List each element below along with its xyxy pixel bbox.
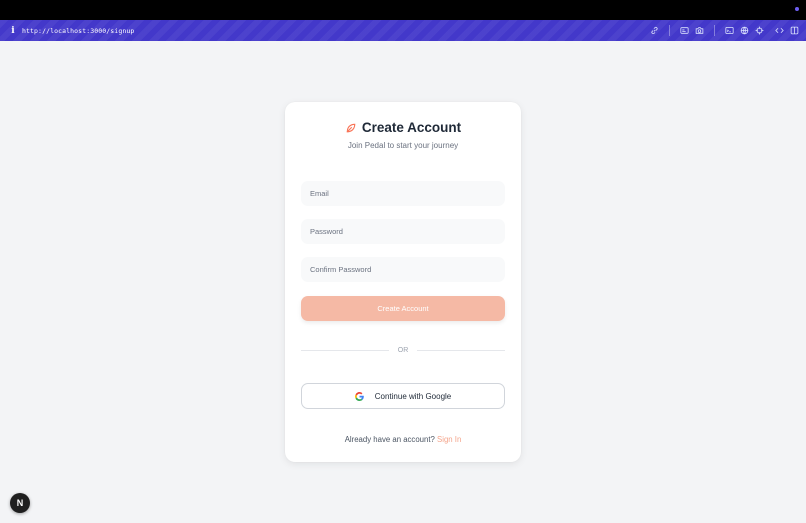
- info-icon[interactable]: i: [6, 26, 20, 36]
- password-field[interactable]: [301, 219, 505, 244]
- create-account-button[interactable]: Create Account: [301, 296, 505, 321]
- signin-link[interactable]: Sign In: [437, 435, 461, 444]
- signin-prompt-text: Already have an account?: [344, 435, 435, 444]
- toolbar-divider: [669, 25, 670, 36]
- top-strip: [0, 0, 806, 20]
- globe-icon[interactable]: [739, 25, 750, 36]
- camera-icon[interactable]: [694, 25, 705, 36]
- id-card-icon[interactable]: [679, 25, 690, 36]
- page-subtitle: Join Pedal to start your journey: [347, 141, 459, 150]
- signin-prompt: Already have an account? Sign In: [285, 435, 521, 444]
- google-button-label: Continue with Google: [374, 391, 452, 401]
- signup-card: Create Account Join Pedal to start your …: [285, 102, 521, 462]
- leaf-icon: [345, 122, 357, 134]
- split-panel-icon[interactable]: [789, 25, 800, 36]
- terminal-icon[interactable]: [724, 25, 735, 36]
- toolbar: [649, 20, 806, 41]
- confirm-password-field[interactable]: [301, 257, 505, 282]
- divider-text: OR: [397, 347, 409, 354]
- page-title: Create Account: [361, 120, 462, 135]
- or-divider: OR: [301, 347, 505, 354]
- google-icon: [354, 391, 364, 401]
- divider-line-right: [417, 350, 505, 351]
- nextjs-dev-badge[interactable]: N: [10, 493, 30, 513]
- crosshair-icon[interactable]: [754, 25, 765, 36]
- toolbar-divider: [714, 25, 715, 36]
- card-header: Create Account: [285, 120, 521, 135]
- google-signin-button[interactable]: Continue with Google: [301, 383, 505, 409]
- url-text[interactable]: http://localhost:3000/signup: [22, 27, 134, 35]
- divider-line-left: [301, 350, 389, 351]
- indicator-dot: [795, 7, 799, 11]
- link-icon[interactable]: [649, 25, 660, 36]
- code-icon[interactable]: [774, 25, 785, 36]
- address-bar: i http://localhost:3000/signup: [0, 20, 806, 41]
- email-field[interactable]: [301, 181, 505, 206]
